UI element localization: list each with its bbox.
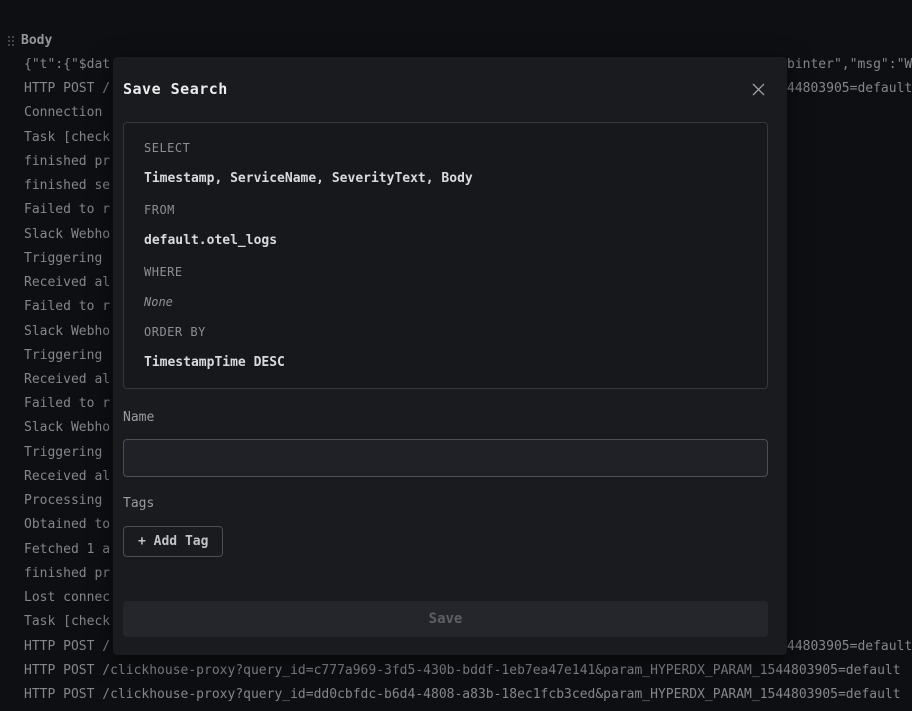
log-row[interactable]: finished pr [24, 153, 110, 171]
from-value: default.otel_logs [144, 232, 747, 250]
log-row[interactable]: Received al [24, 468, 110, 486]
save-button[interactable]: Save [123, 601, 768, 637]
column-header-body[interactable]: Body [8, 32, 52, 50]
name-input[interactable] [123, 439, 768, 477]
log-row[interactable]: HTTP POST / [24, 80, 110, 98]
log-row[interactable]: Triggering [24, 250, 102, 268]
save-search-modal: Save Search SELECT Timestamp, ServiceNam… [113, 57, 787, 655]
log-row[interactable]: Slack Webho [24, 226, 110, 244]
log-row[interactable]: Connection [24, 104, 102, 122]
log-row[interactable]: Triggering [24, 347, 102, 365]
where-label: WHERE [144, 264, 747, 280]
log-row[interactable]: Received al [24, 371, 110, 389]
close-button[interactable] [748, 79, 768, 99]
log-row[interactable]: HTTP POST /clickhouse-proxy?query_id=c77… [24, 662, 901, 680]
order-by-value: TimestampTime DESC [144, 354, 747, 372]
log-row[interactable]: Triggering [24, 444, 102, 462]
column-header-label: Body [21, 32, 52, 50]
log-row[interactable]: finished se [24, 177, 110, 195]
log-row[interactable]: finished pr [24, 565, 110, 583]
modal-header: Save Search [123, 79, 768, 99]
log-row[interactable]: Lost connec [24, 589, 110, 607]
log-row[interactable]: Failed to r [24, 395, 110, 413]
log-row[interactable]: Task [check [24, 613, 110, 631]
log-row[interactable]: HTTP POST /clickhouse-proxy?query_id=dd0… [24, 686, 901, 704]
log-row[interactable]: Failed to r [24, 298, 110, 316]
query-preview-card: SELECT Timestamp, ServiceName, SeverityT… [123, 122, 768, 389]
log-row[interactable]: Task [check [24, 129, 110, 147]
log-row[interactable]: Slack Webho [24, 323, 110, 341]
log-row[interactable]: {"t":{"$dat [24, 56, 110, 74]
name-label: Name [123, 409, 768, 427]
log-row[interactable]: Slack Webho [24, 419, 110, 437]
select-label: SELECT [144, 140, 747, 156]
tags-label: Tags [123, 495, 768, 513]
select-value: Timestamp, ServiceName, SeverityText, Bo… [144, 170, 747, 188]
log-row[interactable]: 44803905=default [787, 80, 912, 98]
log-row[interactable]: 44803905=default [787, 638, 912, 656]
log-row[interactable]: binter","msg":"W [787, 56, 912, 74]
log-row[interactable]: Fetched 1 a [24, 541, 110, 559]
order-by-label: ORDER BY [144, 324, 747, 340]
log-row[interactable]: HTTP POST / [24, 638, 110, 656]
close-icon [751, 82, 766, 97]
log-row[interactable]: Processing [24, 492, 102, 510]
log-row[interactable]: Received al [24, 274, 110, 292]
where-value: None [144, 294, 747, 310]
modal-title: Save Search [123, 80, 228, 98]
add-tag-button[interactable]: + Add Tag [123, 526, 223, 557]
log-row[interactable]: Failed to r [24, 201, 110, 219]
drag-handle-icon[interactable] [8, 36, 14, 46]
log-row[interactable]: Obtained to [24, 516, 110, 534]
from-label: FROM [144, 202, 747, 218]
